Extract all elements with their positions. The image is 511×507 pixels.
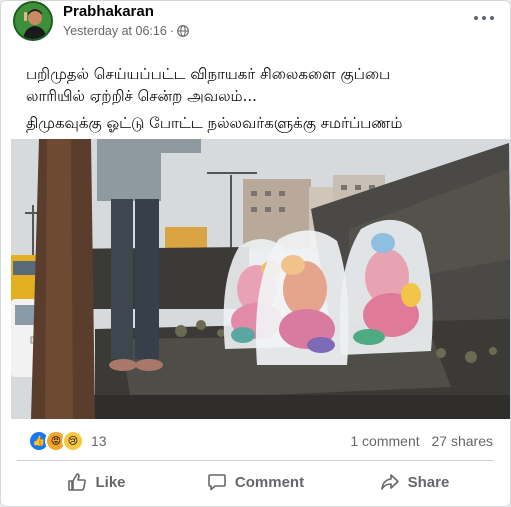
- post-photo[interactable]: [11, 139, 510, 419]
- globe-icon[interactable]: [177, 25, 189, 37]
- post-text: பறிமுதல் செய்யப்பட்ட விநாயகர் சிலைகளை கு…: [26, 63, 490, 134]
- like-label: Like: [95, 473, 126, 491]
- post-actions: Like Comment Share: [17, 463, 494, 501]
- dot-separator: ·: [169, 24, 174, 38]
- post-text-line: திமுகவுக்கு ஓட்டு போட்ட நல்லவர்களுக்கு ச…: [26, 114, 403, 132]
- share-label: Share: [407, 473, 450, 491]
- author-avatar[interactable]: [13, 1, 53, 41]
- comment-icon: [208, 474, 226, 491]
- post-stats: 1 comment 27 shares: [350, 433, 493, 449]
- comment-count[interactable]: 1 comment: [350, 433, 419, 449]
- sad-reaction-icon: 😢: [62, 430, 84, 452]
- like-button[interactable]: Like: [17, 463, 176, 501]
- comment-label: Comment: [234, 473, 305, 491]
- share-icon: [380, 474, 399, 490]
- post-text-line: பறிமுதல் செய்யப்பட்ட விநாயகர் சிலைகளை கு…: [26, 65, 391, 83]
- post-timestamp[interactable]: Yesterday at 06:16: [63, 24, 167, 38]
- thumbs-up-icon: [68, 473, 87, 491]
- post-text-line: லாரியில் ஏற்றிச் சென்ற அவலம்...: [26, 87, 257, 105]
- comment-button[interactable]: Comment: [176, 463, 335, 501]
- share-count[interactable]: 27 shares: [432, 433, 493, 449]
- post-meta: Yesterday at 06:16 ·: [63, 24, 189, 38]
- facebook-post-card: Prabhakaran Yesterday at 06:16 · பறிமுதல…: [0, 0, 511, 507]
- reaction-count[interactable]: 13: [91, 433, 107, 449]
- more-options-icon[interactable]: [474, 13, 496, 23]
- share-button[interactable]: Share: [335, 463, 494, 501]
- reactions-summary[interactable]: 👍 😡 😢 13: [28, 430, 107, 452]
- author-name[interactable]: Prabhakaran: [63, 3, 154, 20]
- divider: [17, 460, 494, 461]
